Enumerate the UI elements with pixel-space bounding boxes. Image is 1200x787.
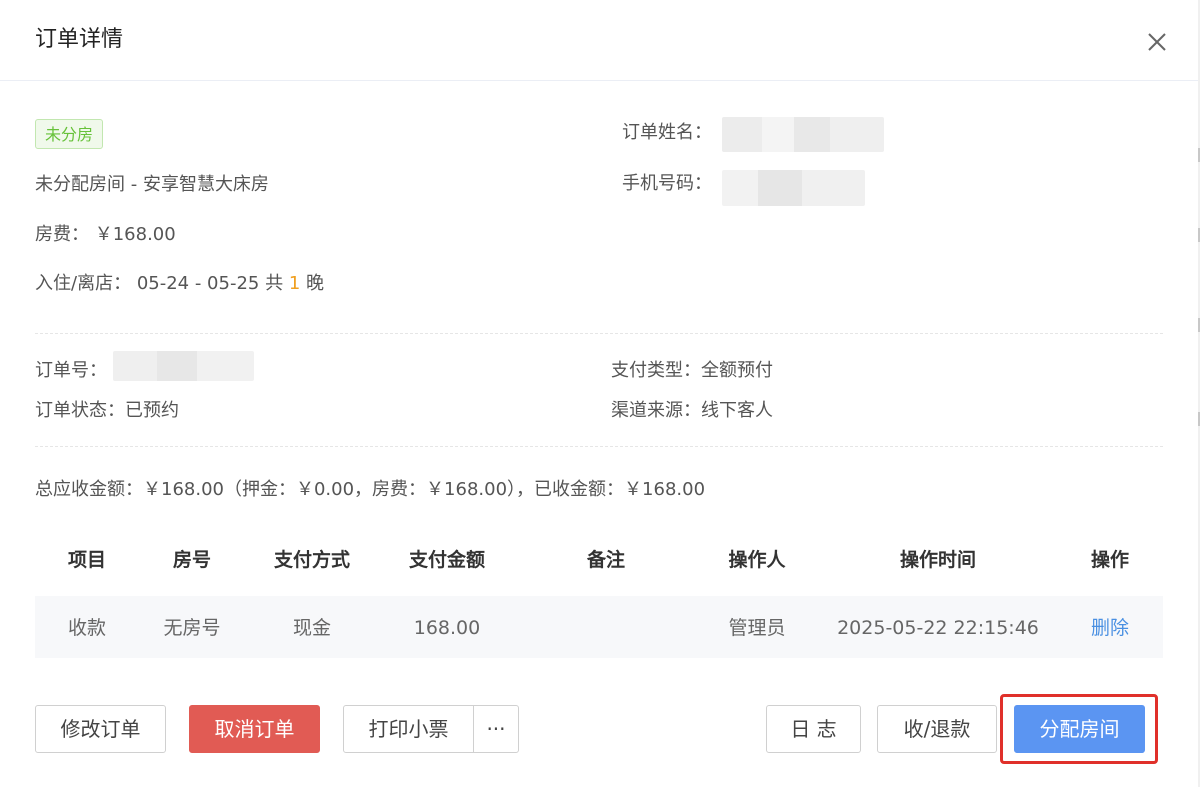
stay-dates-value: 05-24 - 05-25 共 — [136, 273, 284, 294]
guest-phone-redacted — [722, 170, 865, 206]
dialog-header: 订单详情 — [0, 0, 1198, 81]
cell-amount: 168.00 — [413, 617, 481, 639]
guest-name-redacted — [722, 117, 884, 152]
cell-operator: 管理员 — [728, 617, 786, 639]
order-status-value: 已预约 — [125, 400, 179, 421]
guest-phone-label: 手机号码： — [622, 173, 712, 194]
cancel-order-button[interactable]: 取消订单 — [189, 705, 320, 753]
room-fee-label: 房费： — [35, 224, 89, 245]
modify-order-button[interactable]: 修改订单 — [35, 705, 166, 753]
cell-time: 2025-05-22 22:15:46 — [837, 617, 1039, 639]
order-number-redacted — [113, 351, 254, 381]
more-options-button[interactable]: ··· — [473, 705, 519, 753]
order-status: 订单状态：已预约 — [35, 399, 179, 423]
order-status-label: 订单状态： — [35, 400, 125, 421]
column-header: 操作时间 — [899, 549, 976, 571]
pay-type-value: 全额预付 — [701, 360, 773, 381]
order-detail-dialog: 订单详情 未分房 未分配房间 - 安享智慧大床房 房费： ￥168.00 入住/… — [0, 0, 1198, 787]
refund-button[interactable]: 收/退款 — [877, 705, 997, 753]
cell-item: 收款 — [67, 617, 106, 639]
cell-method: 现金 — [292, 617, 331, 639]
room-fee-value: ￥168.00 — [94, 224, 176, 245]
delete-link[interactable]: 删除 — [1070, 615, 1150, 641]
room-info: 未分配房间 - 安享智慧大床房 — [35, 174, 269, 195]
pay-type: 支付类型：全额预付 — [611, 359, 773, 383]
room-fee: 房费： ￥168.00 — [35, 223, 176, 247]
column-header: 备注 — [586, 549, 625, 571]
column-header: 操作 — [1090, 549, 1129, 571]
order-number-label: 订单号： — [35, 360, 107, 381]
guest-name-label: 订单姓名： — [622, 122, 712, 143]
annotation-highlight-box — [1000, 694, 1158, 764]
status-badge: 未分房 — [35, 119, 104, 149]
stay-dates: 入住/离店： 05-24 - 05-25 共 1 晚 — [35, 272, 324, 296]
print-receipt-button[interactable]: 打印小票 — [343, 705, 474, 753]
column-header: 支付方式 — [273, 549, 350, 571]
divider — [35, 446, 1163, 447]
nights-count: 1 — [288, 273, 301, 294]
close-icon[interactable] — [1143, 28, 1171, 56]
column-header: 房号 — [172, 549, 211, 571]
channel-source: 渠道来源：线下客人 — [611, 399, 773, 423]
column-header: 操作人 — [728, 549, 786, 571]
column-header: 项目 — [67, 549, 106, 571]
divider — [35, 333, 1163, 334]
amount-summary: 总应收金额：￥168.00（押金：￥0.00，房费：￥168.00），已收金额：… — [35, 479, 706, 500]
nights-unit: 晚 — [306, 273, 325, 294]
pay-type-label: 支付类型： — [611, 360, 701, 381]
dialog-title: 订单详情 — [35, 27, 124, 52]
channel-label: 渠道来源： — [611, 400, 701, 421]
channel-value: 线下客人 — [701, 400, 773, 421]
log-button[interactable]: 日 志 — [766, 705, 861, 753]
column-header: 支付金额 — [408, 549, 485, 571]
stay-label: 入住/离店： — [35, 273, 132, 294]
cell-room: 无房号 — [163, 617, 221, 639]
